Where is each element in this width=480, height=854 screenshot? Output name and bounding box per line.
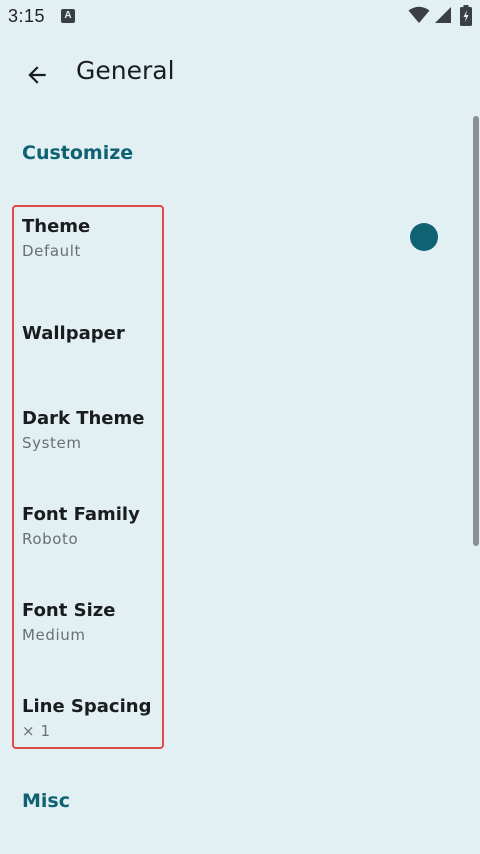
page-title: General	[76, 56, 175, 85]
status-time: 3:15	[8, 6, 46, 26]
section-header-customize: Customize	[22, 142, 134, 164]
back-button[interactable]	[12, 50, 62, 100]
theme-color-swatch[interactable]	[410, 223, 438, 251]
wifi-icon	[408, 6, 430, 23]
status-bar: 3:15 A	[0, 0, 480, 34]
arrow-back-icon	[28, 66, 46, 84]
signal-icon	[435, 7, 451, 23]
section-header-misc: Misc	[22, 790, 70, 812]
app-bar: General	[0, 34, 480, 116]
scrollbar[interactable]	[473, 116, 479, 546]
a-icon: A	[61, 9, 75, 23]
highlight-box	[12, 205, 164, 749]
battery-icon	[460, 5, 472, 26]
